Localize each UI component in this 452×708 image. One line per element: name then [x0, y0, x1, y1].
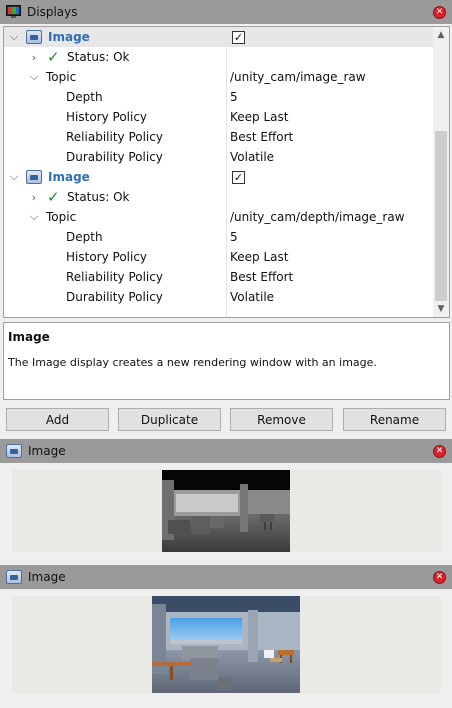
image-panel-1-view	[12, 469, 441, 552]
history-policy-value[interactable]: Keep Last	[230, 110, 288, 124]
image-panel-2-title: Image	[28, 570, 66, 584]
history-policy-label: History Policy	[66, 250, 148, 264]
color-image-render	[152, 596, 300, 693]
remove-button[interactable]: Remove	[230, 408, 333, 431]
scroll-up-icon[interactable]: ▲	[433, 27, 449, 43]
checkmark-icon: ✓	[47, 48, 60, 66]
reliability-policy-row-2[interactable]: Reliability Policy Best Effort	[4, 267, 433, 287]
display-enabled-checkbox[interactable]: ✓	[232, 30, 245, 44]
image-panel-2-view	[12, 596, 441, 693]
topic-value[interactable]: /unity_cam/image_raw	[230, 70, 366, 84]
display-enabled-checkbox[interactable]: ✓	[232, 170, 245, 184]
depth-image-render	[162, 470, 290, 552]
depth-value[interactable]: 5	[230, 90, 238, 104]
history-policy-label: History Policy	[66, 110, 148, 124]
durability-policy-value[interactable]: Volatile	[230, 290, 274, 304]
topic-label: Topic	[46, 210, 77, 224]
status-row-2[interactable]: › ✓ Status: Ok	[4, 187, 433, 207]
chevron-down-icon[interactable]: ⌵	[8, 170, 20, 184]
image-display-icon	[6, 570, 22, 584]
displays-panel-header: Displays ✕	[0, 0, 452, 24]
durability-policy-label: Durability Policy	[66, 150, 163, 164]
reliability-policy-row-1[interactable]: Reliability Policy Best Effort	[4, 127, 433, 147]
chevron-right-icon[interactable]: ›	[28, 51, 40, 64]
history-policy-value[interactable]: Keep Last	[230, 250, 288, 264]
depth-row-2[interactable]: Depth 5	[4, 227, 433, 247]
duplicate-button[interactable]: Duplicate	[118, 408, 221, 431]
description-text: The Image display creates a new renderin…	[8, 356, 377, 369]
image-panel-1-title: Image	[28, 444, 66, 458]
status-label: Status: Ok	[67, 50, 130, 64]
description-title: Image	[8, 330, 50, 344]
displays-panel-title: Displays	[27, 5, 78, 19]
depth-label: Depth	[66, 90, 103, 104]
image-panel-1-header: Image ✕	[0, 439, 452, 463]
topic-row-2[interactable]: ⌵ Topic /unity_cam/depth/image_raw	[4, 207, 433, 227]
reliability-policy-label: Reliability Policy	[66, 270, 163, 284]
color-image	[152, 596, 300, 693]
chevron-down-icon[interactable]: ⌵	[28, 210, 40, 224]
close-icon[interactable]: ✕	[433, 445, 446, 458]
durability-policy-row-1[interactable]: Durability Policy Volatile	[4, 147, 433, 167]
reliability-policy-label: Reliability Policy	[66, 130, 163, 144]
history-policy-row-1[interactable]: History Policy Keep Last	[4, 107, 433, 127]
durability-policy-row-2[interactable]: Durability Policy Volatile	[4, 287, 433, 307]
scroll-down-icon[interactable]: ▼	[433, 301, 449, 317]
display-row-image-2[interactable]: ⌵ Image ✓	[4, 167, 433, 187]
depth-value[interactable]: 5	[230, 230, 238, 244]
display-label: Image	[48, 170, 90, 184]
topic-value[interactable]: /unity_cam/depth/image_raw	[230, 210, 405, 224]
status-label: Status: Ok	[67, 190, 130, 204]
tree-content: ⌵ Image ✓ › ✓ Status: Ok ⌵ Topic /unity_…	[4, 27, 433, 317]
display-label: Image	[48, 30, 90, 44]
status-row-1[interactable]: › ✓ Status: Ok	[4, 47, 433, 67]
scrollbar-thumb[interactable]	[435, 131, 447, 301]
image-display-icon	[6, 444, 22, 458]
depth-label: Depth	[66, 230, 103, 244]
image-display-icon	[26, 170, 42, 184]
image-display-icon	[26, 30, 42, 44]
display-row-image-1[interactable]: ⌵ Image ✓	[4, 27, 433, 47]
chevron-right-icon[interactable]: ›	[28, 191, 40, 204]
rviz-window: Displays ✕ ⌵ Image ✓ › ✓ Status: Ok ⌵ To…	[0, 0, 452, 708]
durability-policy-value[interactable]: Volatile	[230, 150, 274, 164]
image-panel-2-header: Image ✕	[0, 565, 452, 589]
depth-row-1[interactable]: Depth 5	[4, 87, 433, 107]
monitor-icon	[6, 5, 21, 18]
chevron-down-icon[interactable]: ⌵	[8, 30, 20, 44]
tree-scrollbar[interactable]: ▲ ▼	[433, 27, 449, 317]
displays-tree: ⌵ Image ✓ › ✓ Status: Ok ⌵ Topic /unity_…	[3, 26, 450, 318]
topic-label: Topic	[46, 70, 77, 84]
reliability-policy-value[interactable]: Best Effort	[230, 270, 293, 284]
reliability-policy-value[interactable]: Best Effort	[230, 130, 293, 144]
add-button[interactable]: Add	[6, 408, 109, 431]
rename-button[interactable]: Rename	[343, 408, 446, 431]
depth-image	[162, 470, 290, 552]
close-icon[interactable]: ✕	[433, 6, 446, 19]
close-icon[interactable]: ✕	[433, 571, 446, 584]
history-policy-row-2[interactable]: History Policy Keep Last	[4, 247, 433, 267]
durability-policy-label: Durability Policy	[66, 290, 163, 304]
topic-row-1[interactable]: ⌵ Topic /unity_cam/image_raw	[4, 67, 433, 87]
checkmark-icon: ✓	[47, 188, 60, 206]
chevron-down-icon[interactable]: ⌵	[28, 70, 40, 84]
display-description: Image The Image display creates a new re…	[3, 322, 450, 400]
